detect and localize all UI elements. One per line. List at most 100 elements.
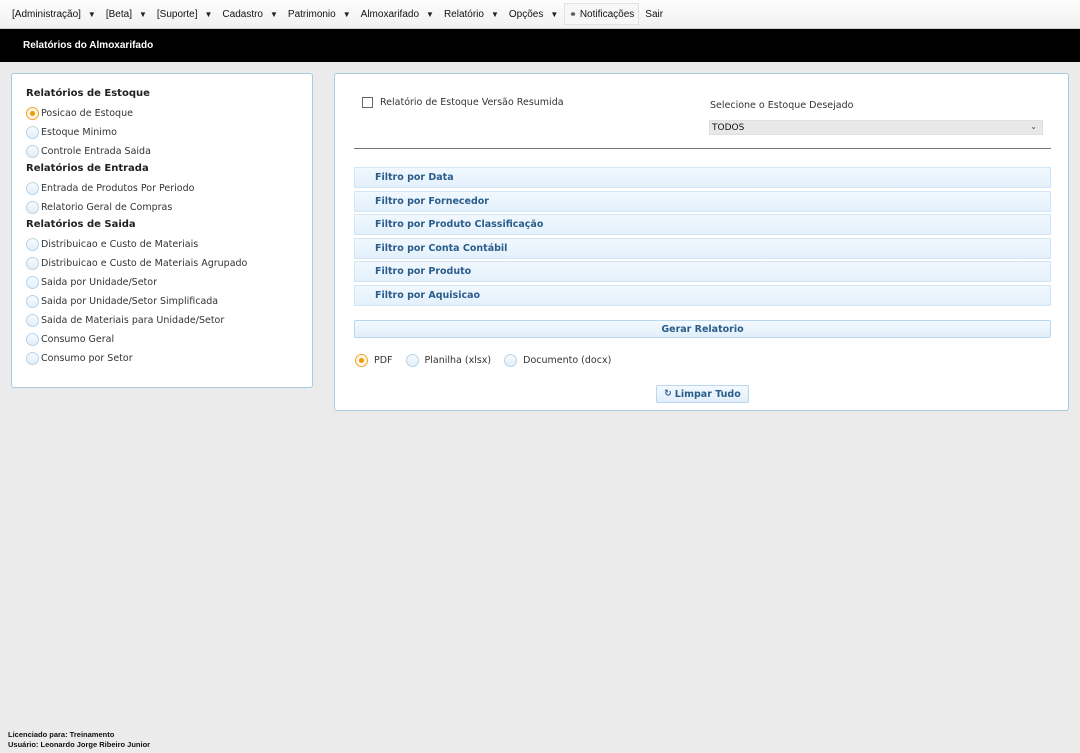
- report-type-panel: Relatórios de Estoque Posicao de Estoque…: [11, 73, 313, 388]
- notifications-button[interactable]: ⚭ Notificações: [564, 3, 640, 25]
- radio-checked[interactable]: [26, 107, 39, 120]
- report-option-consumo-setor[interactable]: Consumo por Setor: [26, 349, 298, 368]
- format-label: PDF: [374, 355, 393, 366]
- clear-all-button[interactable]: ↻ Limpar Tudo: [656, 385, 749, 403]
- radio-unchecked[interactable]: [26, 126, 39, 139]
- refresh-icon: ↻: [664, 389, 672, 399]
- logout-button[interactable]: Sair: [641, 3, 667, 25]
- menu-administracao[interactable]: [Administração] ▼: [6, 0, 100, 29]
- report-option-distribuicao-agrupado[interactable]: Distribuicao e Custo de Materiais Agrupa…: [26, 254, 298, 273]
- page-title: Relatórios do Almoxarifado: [23, 40, 154, 51]
- report-option-label: Saida por Unidade/Setor Simplificada: [41, 296, 219, 307]
- format-label: Planilha (xlsx): [424, 355, 492, 366]
- filter-produto-classificacao[interactable]: Filtro por Produto Classificação: [354, 214, 1051, 235]
- menu-almoxarifado[interactable]: Almoxarifado ▼: [355, 0, 438, 29]
- chevron-down-icon: ▼: [204, 9, 213, 19]
- menu-label: Almoxarifado: [360, 8, 420, 20]
- radio-unchecked[interactable]: [26, 333, 39, 346]
- license-text: Licenciado para: Treinamento: [8, 730, 115, 739]
- filter-produto[interactable]: Filtro por Produto: [354, 261, 1051, 282]
- page-title-bar: Relatórios do Almoxarifado: [0, 29, 1080, 62]
- radio-unchecked[interactable]: [26, 238, 39, 251]
- report-filters-panel: Relatório de Estoque Versão Resumida Sel…: [334, 73, 1069, 411]
- radio-unchecked[interactable]: [26, 145, 39, 158]
- menu-opcoes[interactable]: Opções ▼: [503, 0, 562, 29]
- menu-suporte[interactable]: [Suporte] ▼: [151, 0, 217, 29]
- filter-data[interactable]: Filtro por Data: [354, 167, 1051, 188]
- menu-label: [Beta]: [105, 8, 132, 20]
- report-option-distribuicao-custo[interactable]: Distribuicao e Custo de Materiais: [26, 235, 298, 254]
- report-option-label: Consumo por Setor: [41, 353, 133, 364]
- group-title: Relatórios de Estoque: [26, 88, 150, 99]
- chevron-down-icon: ▼: [270, 9, 278, 19]
- menu-label: Cadastro: [222, 8, 263, 20]
- stock-select[interactable]: TODOS ⌄: [709, 120, 1043, 135]
- menu-label: Patrimonio: [287, 8, 336, 20]
- report-option-label: Estoque Minimo: [41, 127, 117, 138]
- chevron-down-icon: ⌄: [1030, 122, 1037, 131]
- menu-label: [Suporte]: [156, 8, 198, 20]
- menu-beta[interactable]: [Beta] ▼: [100, 0, 151, 29]
- report-option-label: Consumo Geral: [41, 334, 115, 345]
- filter-conta-contabil[interactable]: Filtro por Conta Contábil: [354, 237, 1051, 259]
- radio-unchecked[interactable]: [405, 354, 419, 367]
- exit-reports-group: Relatórios de Saida Distribuicao e Custo…: [26, 219, 298, 368]
- report-option-label: Entrada de Produtos Por Periodo: [41, 183, 195, 194]
- menu-relatorio[interactable]: Relatório ▼: [438, 0, 503, 29]
- stock-select-value: TODOS: [712, 122, 745, 133]
- report-option-consumo-geral[interactable]: Consumo Geral: [26, 330, 298, 349]
- report-option-label: Controle Entrada Saida: [41, 146, 151, 157]
- report-option-geral-compras[interactable]: Relatorio Geral de Compras: [26, 198, 298, 217]
- radio-unchecked[interactable]: [26, 314, 39, 327]
- summary-version-checkbox[interactable]: [362, 97, 373, 108]
- report-option-saida-materiais[interactable]: Saida de Materiais para Unidade/Setor: [26, 311, 298, 330]
- stock-reports-group: Relatórios de Estoque Posicao de Estoque…: [26, 88, 298, 161]
- chevron-down-icon: ▼: [342, 9, 351, 19]
- format-option-pdf[interactable]: PDF: [355, 354, 393, 367]
- radio-checked[interactable]: [355, 354, 368, 367]
- filter-fornecedor[interactable]: Filtro por Fornecedor: [354, 190, 1051, 212]
- menu-label: Opções: [508, 8, 544, 20]
- notifications-label: Notificações: [579, 8, 635, 20]
- clear-all-label: Limpar Tudo: [674, 388, 741, 400]
- output-format-options: PDF Planilha (xlsx) Documento (docx): [355, 354, 624, 367]
- chevron-down-icon: ▼: [87, 9, 96, 19]
- summary-version-label: Relatório de Estoque Versão Resumida: [380, 97, 564, 108]
- report-option-entrada-produtos[interactable]: Entrada de Produtos Por Periodo: [26, 179, 298, 198]
- report-option-saida-unidade-simplificada[interactable]: Saida por Unidade/Setor Simplificada: [26, 292, 298, 311]
- generate-report-button[interactable]: Gerar Relatorio: [354, 320, 1051, 338]
- group-title: Relatórios de Saida: [26, 219, 136, 230]
- radio-unchecked[interactable]: [26, 352, 39, 365]
- menu-label: Relatório: [443, 8, 484, 20]
- radio-unchecked[interactable]: [26, 295, 39, 308]
- format-option-docx[interactable]: Documento (docx): [504, 354, 611, 367]
- filter-aquisicao[interactable]: Filtro por Aquisicao: [354, 284, 1051, 306]
- chevron-down-icon: ▼: [426, 9, 434, 19]
- user-text: Usuário: Leonardo Jorge Ribeiro Junior: [8, 740, 151, 749]
- menu-patrimonio[interactable]: Patrimonio ▼: [282, 0, 355, 29]
- report-option-estoque-minimo[interactable]: Estoque Minimo: [26, 123, 298, 142]
- chevron-down-icon: ▼: [550, 9, 559, 19]
- menu-label: [Administração]: [12, 8, 81, 20]
- format-option-xlsx[interactable]: Planilha (xlsx): [405, 354, 492, 367]
- report-option-label: Distribuicao e Custo de Materiais Agrupa…: [41, 258, 248, 269]
- menu-cadastro[interactable]: Cadastro ▼: [216, 0, 282, 29]
- chevron-down-icon: ▼: [138, 9, 147, 19]
- radio-unchecked[interactable]: [26, 257, 39, 270]
- radio-unchecked[interactable]: [26, 276, 39, 289]
- chevron-down-icon: ▼: [490, 9, 499, 19]
- radio-unchecked[interactable]: [504, 354, 518, 367]
- radio-unchecked[interactable]: [26, 201, 39, 214]
- report-option-label: Relatorio Geral de Compras: [41, 202, 173, 213]
- report-option-label: Saida de Materiais para Unidade/Setor: [41, 315, 225, 326]
- report-option-saida-unidade[interactable]: Saida por Unidade/Setor: [26, 273, 298, 292]
- report-option-label: Distribuicao e Custo de Materiais: [41, 239, 199, 250]
- logout-label: Sair: [645, 8, 664, 20]
- report-option-controle-entrada-saida[interactable]: Controle Entrada Saida: [26, 142, 298, 161]
- entry-reports-group: Relatórios de Entrada Entrada de Produto…: [26, 163, 298, 217]
- report-option-label: Saida por Unidade/Setor: [41, 277, 157, 288]
- radio-unchecked[interactable]: [26, 182, 39, 195]
- summary-version-option[interactable]: Relatório de Estoque Versão Resumida: [362, 97, 564, 108]
- report-option-posicao-estoque[interactable]: Posicao de Estoque: [26, 104, 298, 123]
- report-option-label: Posicao de Estoque: [41, 108, 133, 119]
